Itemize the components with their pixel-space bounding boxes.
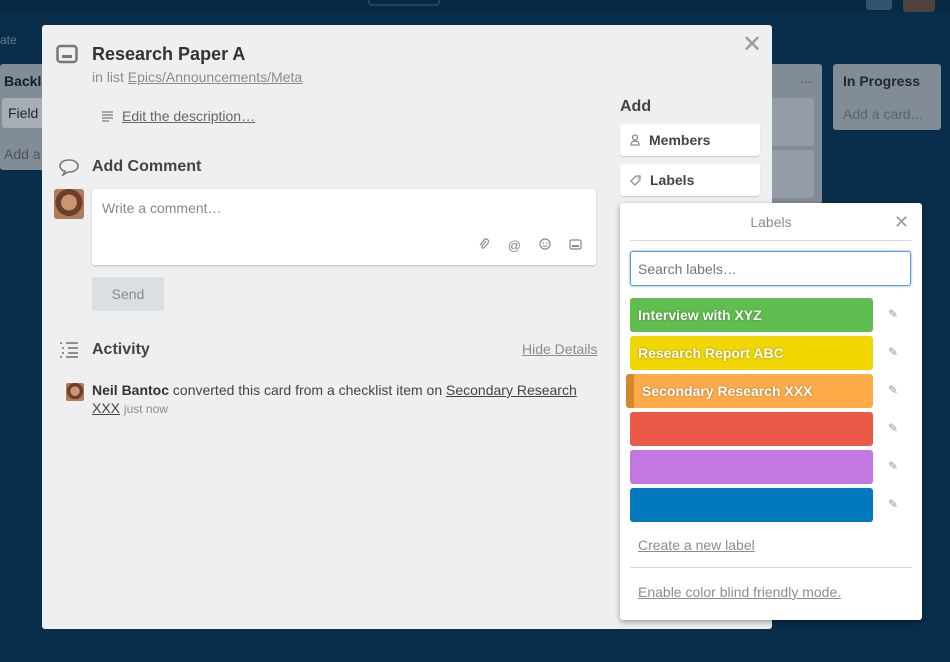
at-icon[interactable]: @	[508, 238, 521, 253]
members-label: Members	[649, 132, 711, 148]
list-name-link[interactable]: Epics/Announcements/Meta	[128, 69, 302, 85]
comment-placeholder: Write a comment…	[102, 200, 222, 216]
label-item[interactable]: Secondary Research XXX	[626, 374, 873, 408]
card-attach-icon[interactable]	[569, 238, 582, 253]
tag-icon	[630, 174, 641, 186]
labels-button[interactable]: Labels	[620, 164, 760, 196]
add-comment-heading: Add Comment	[92, 158, 202, 175]
hide-details-link[interactable]: Hide Details	[522, 341, 597, 357]
smiley-icon[interactable]	[539, 238, 551, 253]
send-button[interactable]: Send	[92, 277, 164, 311]
activity-avatar[interactable]	[66, 383, 84, 401]
comment-tools: @	[478, 238, 582, 253]
card-icon	[56, 44, 78, 69]
edit-description-link[interactable]: Edit the description…	[122, 108, 255, 124]
members-button[interactable]: Members	[620, 124, 760, 156]
activity-item: Neil Bantoc converted this card from a c…	[92, 381, 592, 418]
pencil-icon[interactable]: ✎	[888, 459, 898, 473]
label-item[interactable]	[630, 412, 873, 446]
comment-input[interactable]: Write a comment… @	[92, 189, 596, 265]
add-heading: Add	[620, 98, 652, 115]
create-label-link[interactable]: Create a new label	[638, 537, 755, 553]
speech-bubble-icon	[59, 159, 79, 176]
divider	[630, 567, 912, 568]
close-icon[interactable]: ✕	[894, 212, 909, 233]
activity-list-icon	[60, 342, 78, 358]
label-item[interactable]: Research Report ABC	[630, 336, 873, 370]
activity-heading: Activity	[92, 341, 150, 358]
label-item[interactable]: Interview with XYZ	[630, 298, 873, 332]
avatar	[54, 189, 84, 219]
labels-label: Labels	[650, 172, 695, 188]
close-icon[interactable]: ✕	[742, 33, 762, 57]
card-list-info: in list Epics/Announcements/Meta	[92, 69, 302, 85]
paperclip-icon[interactable]	[478, 238, 490, 253]
label-item[interactable]	[630, 450, 873, 484]
pencil-icon[interactable]: ✎	[888, 307, 898, 321]
label-item[interactable]	[630, 488, 873, 522]
search-labels-input[interactable]	[630, 251, 911, 286]
color-blind-mode-link[interactable]: Enable color blind friendly mode.	[638, 584, 841, 600]
pencil-icon[interactable]: ✎	[888, 421, 898, 435]
pencil-icon[interactable]: ✎	[888, 345, 898, 359]
edit-description[interactable]: Edit the description…	[100, 108, 255, 124]
in-list-prefix: in list	[92, 69, 128, 85]
pencil-icon[interactable]: ✎	[888, 497, 898, 511]
description-lines-icon	[102, 111, 113, 122]
person-icon	[630, 134, 640, 146]
card-title[interactable]: Research Paper A	[92, 44, 245, 65]
activity-section: Activity	[58, 341, 150, 359]
activity-user[interactable]: Neil Bantoc	[92, 382, 169, 398]
pencil-icon[interactable]: ✎	[888, 383, 898, 397]
labels-popover: Labels ✕ Interview with XYZ ✎ Research Rep…	[620, 203, 922, 620]
popover-title: Labels	[750, 214, 792, 230]
activity-time[interactable]: just now	[124, 402, 168, 416]
divider	[630, 240, 912, 241]
activity-text: converted this card from a checklist ite…	[169, 382, 447, 398]
add-comment-section: Add Comment	[58, 158, 201, 176]
